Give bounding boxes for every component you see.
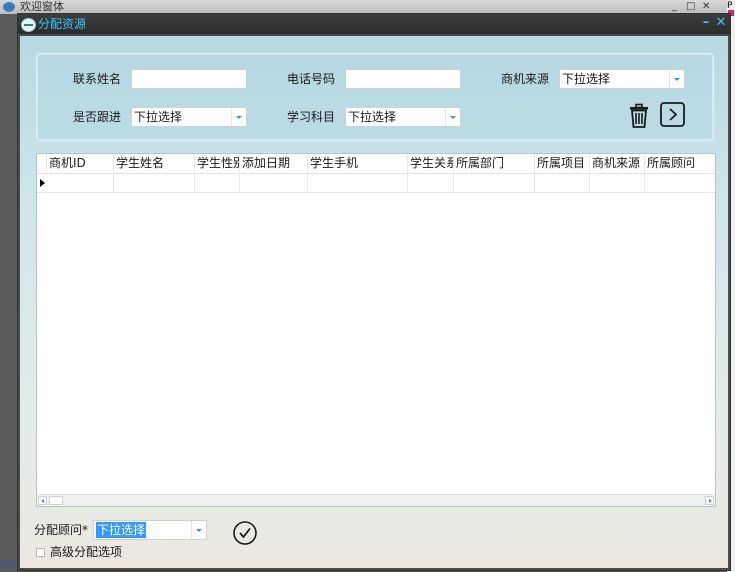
- dialog-title-bar[interactable]: 分配资源 – ✕: [18, 14, 730, 34]
- table-cell[interactable]: [535, 174, 590, 192]
- column-header[interactable]: 学生手机: [308, 154, 408, 173]
- table-row[interactable]: [37, 174, 715, 193]
- chevron-down-icon[interactable]: [231, 108, 246, 126]
- subject-label: 学习科目: [287, 110, 336, 124]
- table-cell[interactable]: [308, 174, 408, 192]
- parent-close-button[interactable]: ✕: [702, 0, 710, 13]
- column-header[interactable]: 学生姓名: [114, 154, 195, 173]
- scroll-thumb[interactable]: [49, 496, 63, 505]
- assign-advisor-value: 下拉选择: [96, 522, 147, 538]
- assign-advisor-label: 分配顾问*: [34, 523, 89, 537]
- advanced-options-label[interactable]: 高级分配选项: [50, 545, 122, 559]
- table-cell[interactable]: [114, 174, 195, 192]
- chevron-down-icon[interactable]: [191, 521, 206, 539]
- column-header[interactable]: 商机ID: [47, 154, 114, 173]
- scroll-left-icon[interactable]: [38, 496, 47, 505]
- resource-grid[interactable]: 商机ID 学生姓名 学生性别 添加日期 学生手机 学生关系 所属部门 所属项目 …: [36, 153, 716, 507]
- contact-name-label: 联系姓名: [73, 72, 122, 86]
- assign-resource-dialog: 分配资源 – ✕ 联系姓名 电话号码 商机来源 下拉选择 是否跟进 下拉选择 学…: [17, 13, 731, 571]
- chevron-right-icon: [660, 102, 685, 127]
- assign-advisor-select[interactable]: 下拉选择: [93, 520, 207, 540]
- lead-source-value: 下拉选择: [562, 72, 611, 86]
- column-header[interactable]: 添加日期: [240, 154, 308, 173]
- check-circle-icon: [233, 521, 257, 545]
- advanced-options-checkbox[interactable]: [36, 548, 45, 557]
- dialog-app-icon: [21, 18, 36, 32]
- dialog-minimize-button[interactable]: –: [698, 15, 714, 31]
- column-header[interactable]: 学生性别: [195, 154, 240, 173]
- table-cell[interactable]: [590, 174, 645, 192]
- parent-maximize-button[interactable]: □: [686, 0, 695, 13]
- trash-icon: [630, 103, 648, 128]
- follow-up-label: 是否跟进: [73, 110, 122, 124]
- parent-window-title: 欢迎窗体: [20, 0, 64, 13]
- chevron-down-icon[interactable]: [669, 70, 684, 88]
- follow-up-select[interactable]: 下拉选择: [131, 107, 247, 127]
- phone-input[interactable]: [345, 69, 461, 89]
- table-cell[interactable]: [408, 174, 454, 192]
- app-icon: [3, 2, 15, 12]
- dialog-body: 联系姓名 电话号码 商机来源 下拉选择 是否跟进 下拉选择 学习科目 下拉选择: [20, 36, 728, 568]
- scroll-right-icon[interactable]: [705, 496, 714, 505]
- parent-side-label: ess: [0, 559, 17, 570]
- lead-source-select[interactable]: 下拉选择: [559, 69, 685, 89]
- dialog-title: 分配资源: [38, 17, 87, 31]
- phone-label: 电话号码: [287, 72, 336, 86]
- table-cell[interactable]: [454, 174, 535, 192]
- column-header[interactable]: 商机来源: [590, 154, 645, 173]
- current-row-pointer-icon: [40, 179, 45, 187]
- lead-source-label: 商机来源: [501, 72, 550, 86]
- column-header[interactable]: 所属项目: [535, 154, 590, 173]
- filter-panel: 联系姓名 电话号码 商机来源 下拉选择 是否跟进 下拉选择 学习科目 下拉选择: [36, 53, 714, 141]
- row-header[interactable]: [37, 174, 47, 192]
- parent-title-bar: 欢迎窗体 _ □ ✕: [0, 0, 735, 14]
- row-header-corner: [37, 154, 47, 173]
- subject-value: 下拉选择: [348, 110, 397, 124]
- column-header[interactable]: 所属顾问: [645, 154, 715, 173]
- parent-minimize-button[interactable]: _: [672, 0, 677, 13]
- confirm-button[interactable]: [232, 520, 258, 546]
- table-cell[interactable]: [47, 174, 114, 192]
- table-cell[interactable]: [240, 174, 308, 192]
- chevron-down-icon[interactable]: [445, 108, 460, 126]
- subject-select[interactable]: 下拉选择: [345, 107, 461, 127]
- table-cell[interactable]: [195, 174, 240, 192]
- contact-name-input[interactable]: [131, 69, 247, 89]
- follow-up-value: 下拉选择: [134, 110, 183, 124]
- dialog-close-button[interactable]: ✕: [713, 15, 729, 31]
- horizontal-scrollbar[interactable]: [37, 494, 715, 506]
- grid-header-row: 商机ID 学生姓名 学生性别 添加日期 学生手机 学生关系 所属部门 所属项目 …: [37, 154, 715, 174]
- delete-button[interactable]: [625, 102, 653, 130]
- next-button[interactable]: [659, 101, 687, 129]
- column-header[interactable]: 学生关系: [408, 154, 454, 173]
- table-cell[interactable]: [645, 174, 715, 192]
- column-header[interactable]: 所属部门: [454, 154, 535, 173]
